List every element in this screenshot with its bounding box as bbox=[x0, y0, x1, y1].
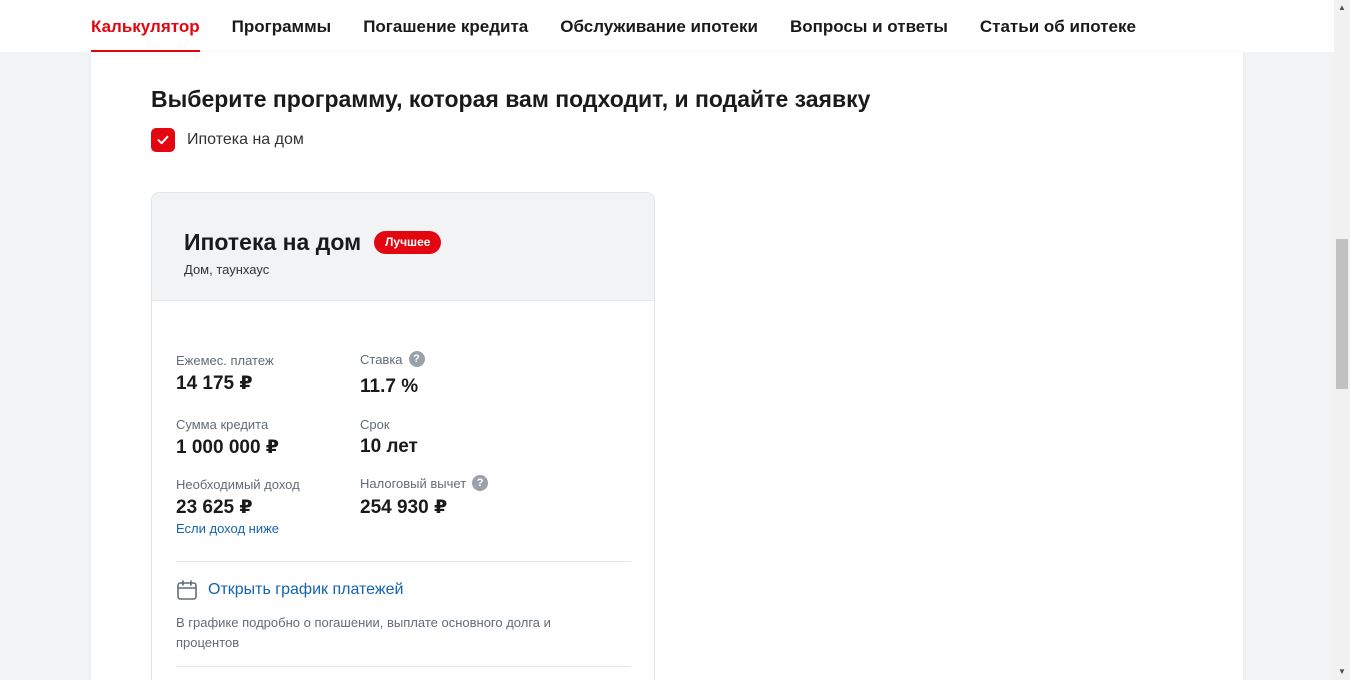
program-card: Ипотека на дом Лучшее Дом, таунхаус Ежем… bbox=[151, 192, 655, 680]
checkbox-label: Ипотека на дом bbox=[187, 131, 304, 148]
required-income-label: Необходимый доход bbox=[176, 477, 300, 492]
top-navigation: Калькулятор Программы Погашение кредита … bbox=[0, 0, 1334, 52]
calendar-icon bbox=[177, 580, 197, 600]
check-icon bbox=[157, 135, 169, 145]
house-mortgage-checkbox[interactable] bbox=[151, 128, 175, 152]
term-label: Срок bbox=[360, 417, 390, 432]
divider bbox=[176, 666, 631, 667]
scroll-thumb[interactable] bbox=[1336, 239, 1348, 389]
tab-bar: Калькулятор Программы Погашение кредита … bbox=[91, 0, 1168, 52]
best-badge: Лучшее bbox=[374, 231, 442, 254]
scroll-down-icon[interactable]: ▼ bbox=[1334, 664, 1350, 680]
loan-amount-value: 1 000 000 ₽ bbox=[176, 437, 280, 458]
tab-loan-repayment[interactable]: Погашение кредита bbox=[363, 0, 528, 52]
card-subtitle: Дом, таунхаус bbox=[184, 262, 270, 277]
loan-amount-label: Сумма кредита bbox=[176, 417, 269, 432]
page-scrollbar[interactable]: ▲ ▼ bbox=[1334, 0, 1350, 680]
rate-label-row: Ставка ? bbox=[360, 351, 425, 367]
tax-deduction-label-row: Налоговый вычет ? bbox=[360, 475, 489, 491]
page-heading: Выберите программу, которая вам подходит… bbox=[151, 86, 871, 112]
term-value: 10 лет bbox=[360, 436, 418, 457]
divider bbox=[176, 561, 631, 562]
open-schedule-text[interactable]: Открыть график платежей bbox=[208, 581, 403, 599]
card-title: Ипотека на дом bbox=[184, 229, 362, 255]
schedule-description: В графике подробно о погашении, выплате … bbox=[176, 615, 551, 650]
tab-calculator[interactable]: Калькулятор bbox=[91, 0, 200, 52]
tax-deduction-value: 254 930 ₽ bbox=[360, 497, 448, 518]
rate-value: 11.7 % bbox=[360, 376, 419, 397]
tax-deduction-label: Налоговый вычет bbox=[360, 475, 467, 491]
scroll-up-icon[interactable]: ▲ bbox=[1334, 0, 1350, 16]
tab-articles[interactable]: Статьи об ипотеке bbox=[980, 0, 1136, 52]
help-icon[interactable]: ? bbox=[472, 475, 489, 491]
tab-mortgage-service[interactable]: Обслуживание ипотеки bbox=[560, 0, 758, 52]
help-icon[interactable]: ? bbox=[408, 351, 425, 367]
open-schedule-link[interactable]: Открыть график платежей bbox=[176, 579, 403, 601]
tab-faq[interactable]: Вопросы и ответы bbox=[790, 0, 948, 52]
tab-programs[interactable]: Программы bbox=[232, 0, 332, 52]
program-filter[interactable]: Ипотека на дом bbox=[151, 128, 304, 152]
required-income-value: 23 625 ₽ bbox=[176, 497, 253, 518]
lower-income-link[interactable]: Если доход ниже bbox=[176, 521, 279, 536]
card-header: Ипотека на дом Лучшее Дом, таунхаус bbox=[152, 193, 654, 301]
monthly-payment-value: 14 175 ₽ bbox=[176, 373, 253, 394]
rate-label: Ставка bbox=[360, 351, 403, 367]
monthly-payment-label: Ежемес. платеж bbox=[176, 353, 274, 368]
